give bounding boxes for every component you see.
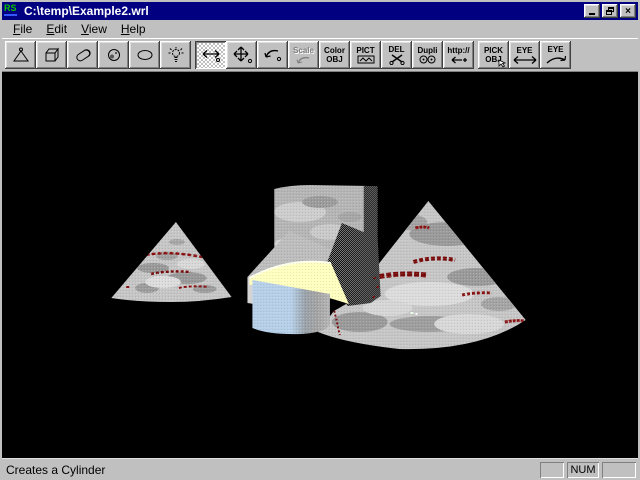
window-title: C:\temp\Example2.wrl bbox=[24, 4, 584, 18]
restore-icon bbox=[606, 7, 614, 15]
app-icon-label: RS bbox=[4, 4, 20, 13]
color-object-button[interactable]: ColorOBJ bbox=[319, 41, 350, 69]
eye-pan-button[interactable]: EYE bbox=[509, 41, 540, 69]
minimize-icon bbox=[589, 13, 595, 15]
cylinder-tool-button[interactable] bbox=[67, 41, 98, 69]
close-button[interactable]: × bbox=[620, 4, 636, 18]
light-icon bbox=[167, 47, 185, 64]
menu-item-file[interactable]: File bbox=[6, 21, 39, 37]
status-pane bbox=[540, 462, 564, 478]
http-arrow-icon bbox=[450, 55, 468, 65]
box-tool-button[interactable] bbox=[36, 41, 67, 69]
disc-tool-button[interactable] bbox=[129, 41, 160, 69]
pick-cursor-icon bbox=[498, 59, 507, 68]
box-icon bbox=[43, 47, 61, 63]
scissors-icon bbox=[389, 54, 405, 65]
rotate-tool-button[interactable] bbox=[257, 41, 288, 69]
pict-icon bbox=[357, 55, 375, 64]
arrow-h-icon bbox=[200, 47, 222, 63]
move-tool-button[interactable] bbox=[226, 41, 257, 69]
textured-cone-left[interactable] bbox=[111, 222, 231, 302]
edit-tools-group: ScaleColorOBJPICTDELDuplihttp:// bbox=[195, 41, 474, 69]
eye-rotate-button[interactable]: EYE bbox=[540, 41, 571, 69]
sphere-icon bbox=[105, 47, 123, 63]
status-pane bbox=[602, 462, 636, 478]
arrow-move-icon bbox=[231, 46, 253, 64]
eye-pan-icon bbox=[512, 55, 538, 65]
cone-tool-button[interactable] bbox=[5, 41, 36, 69]
light-tool-button[interactable] bbox=[160, 41, 191, 69]
menu-item-view[interactable]: View bbox=[74, 21, 114, 37]
create-tools-group bbox=[5, 41, 191, 69]
toolbar: ScaleColorOBJPICTDELDuplihttp:// PICKOBJ… bbox=[2, 38, 638, 72]
picture-texture-button[interactable]: PICT bbox=[350, 41, 381, 69]
title-bar: RS C:\temp\Example2.wrl × bbox=[2, 2, 638, 20]
menu-item-help[interactable]: Help bbox=[114, 21, 153, 37]
view-tools-group: PICKOBJEYEEYE bbox=[478, 41, 571, 69]
menu-bar: FileEditViewHelp bbox=[2, 20, 638, 38]
rotate-small-icon bbox=[296, 55, 312, 64]
status-panes: NUM bbox=[540, 462, 636, 478]
app-icon[interactable]: RS bbox=[4, 4, 20, 18]
translate-tool-button[interactable] bbox=[195, 41, 226, 69]
cylinder-icon bbox=[74, 47, 92, 63]
cone-icon bbox=[12, 47, 30, 63]
pick-object-button[interactable]: PICKOBJ bbox=[478, 41, 509, 69]
status-pane-num: NUM bbox=[567, 462, 599, 478]
scene-viewport[interactable] bbox=[2, 72, 638, 458]
app-window: RS C:\temp\Example2.wrl × FileEditViewHe… bbox=[0, 0, 640, 480]
restore-button[interactable] bbox=[602, 4, 618, 18]
dupli-icon bbox=[419, 55, 436, 64]
sphere-tool-button[interactable] bbox=[98, 41, 129, 69]
delete-button[interactable]: DEL bbox=[381, 41, 412, 69]
eye-rotate-icon bbox=[544, 54, 568, 65]
ellipse-icon bbox=[136, 47, 154, 63]
duplicate-button[interactable]: Dupli bbox=[412, 41, 443, 69]
app-icon-squiggle bbox=[4, 14, 17, 16]
status-message: Creates a Cylinder bbox=[6, 463, 540, 477]
minimize-button[interactable] bbox=[584, 4, 600, 18]
arrow-rotate-icon bbox=[263, 47, 283, 63]
http-link-button[interactable]: http:// bbox=[443, 41, 474, 69]
scale-tool-button: Scale bbox=[288, 41, 319, 69]
status-bar: Creates a Cylinder NUM bbox=[2, 458, 638, 480]
menu-item-edit[interactable]: Edit bbox=[39, 21, 74, 37]
